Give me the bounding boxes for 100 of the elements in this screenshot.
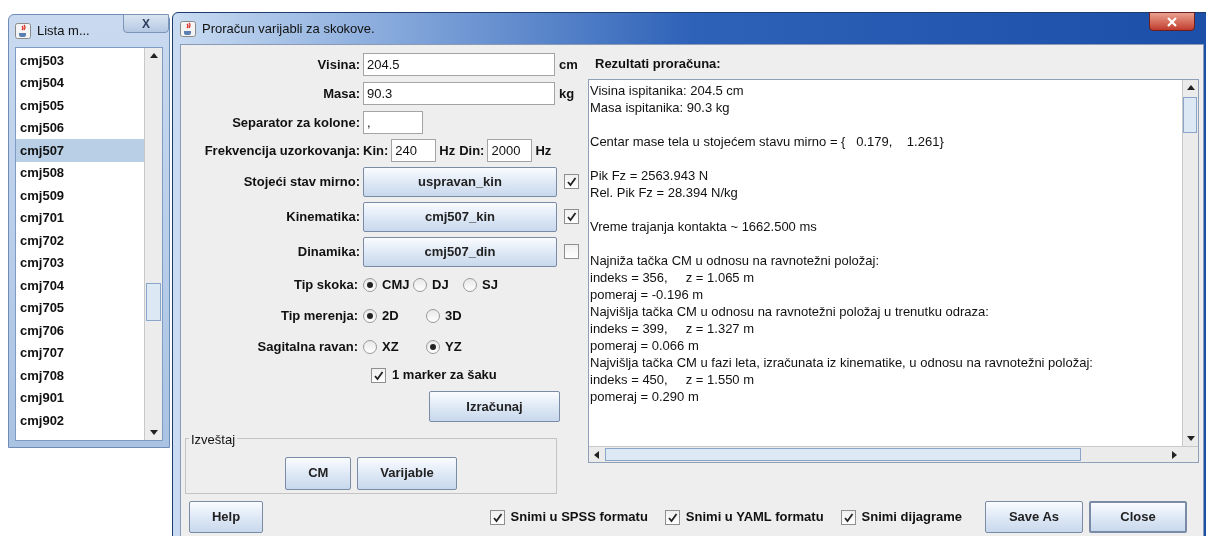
- result-line: indeks = 356, z = 1.065 m: [590, 269, 755, 286]
- result-line: Najniža tačka CM u odnosu na ravnotežni položaj:: [590, 252, 880, 269]
- radio-button[interactable]: [363, 339, 377, 354]
- field-label: Sagitalna ravan:: [256, 337, 359, 356]
- checkbox-label: Snimi dijagrame: [861, 508, 962, 527]
- field-label: Kin:: [363, 141, 389, 160]
- horizontal-scrollbar[interactable]: [589, 446, 1198, 462]
- result-line: Najvišlja tačka CM u odnosu na ravnotežni položaj u trenutku odraza:: [590, 303, 989, 320]
- result-line: pomeraj = 0.290 m: [590, 388, 699, 405]
- input-field[interactable]: 204.5: [363, 53, 555, 76]
- list-item[interactable]: cmj507: [16, 139, 144, 162]
- checkbox-label: 1 marker za šaku: [392, 366, 497, 385]
- scrollbar-thumb[interactable]: [1183, 97, 1197, 133]
- radio-button[interactable]: [413, 277, 427, 292]
- x-button[interactable]: X: [123, 14, 169, 33]
- results-title: Rezultati proračuna:: [594, 55, 722, 73]
- unit-label: cm: [558, 55, 578, 74]
- report-button[interactable]: CM: [285, 456, 352, 490]
- file-button[interactable]: uspravan_kin: [363, 166, 557, 197]
- window-title: Proračun varijabli za skokove.: [202, 19, 375, 38]
- result-line: pomeraj = -0.196 m: [590, 286, 704, 303]
- list-item[interactable]: cmj704: [16, 274, 144, 297]
- list-item[interactable]: cmj702: [16, 229, 144, 252]
- result-line: Centar mase tela u stojećem stavu mirno = { 0.179, 1.261}: [590, 133, 944, 150]
- result-line: Pik Fz = 2563.943 N: [590, 167, 709, 184]
- radio-label: CMJ: [382, 275, 410, 294]
- radio-button[interactable]: [426, 308, 440, 323]
- checkbox[interactable]: [564, 174, 579, 189]
- list-item[interactable]: cmj503: [16, 49, 144, 72]
- checkbox[interactable]: [564, 209, 579, 224]
- result-line: indeks = 450, z = 1.550 m: [590, 371, 755, 388]
- field-label: Separator za kolone:: [231, 113, 361, 132]
- field-label: Kinematika:: [285, 207, 361, 226]
- list-item[interactable]: cmj506: [16, 116, 144, 139]
- list-item[interactable]: cmj707: [16, 341, 144, 364]
- list-item[interactable]: cmj504: [16, 71, 144, 94]
- list-item[interactable]: cmj706: [16, 319, 144, 342]
- radio-label: YZ: [445, 337, 462, 356]
- result-line: Rel. Pik Fz = 28.394 N/kg: [590, 184, 738, 201]
- input-field[interactable]: ,: [363, 111, 423, 134]
- field-label: Masa:: [322, 84, 361, 103]
- checkbox[interactable]: [840, 509, 856, 525]
- result-line: pomeraj = 0.066 m: [590, 337, 699, 354]
- field-label: Frekvencija uzorkovanja:: [203, 141, 361, 160]
- list-item[interactable]: cmj703: [16, 251, 144, 274]
- radio-label: DJ: [432, 275, 449, 294]
- list-item[interactable]: cmj701: [16, 206, 144, 229]
- radio-button[interactable]: [426, 339, 440, 354]
- checkbox[interactable]: [489, 509, 505, 525]
- input-field[interactable]: 90.3: [363, 82, 555, 105]
- radio-label: 3D: [445, 306, 462, 325]
- list-item[interactable]: cmj708: [16, 364, 144, 387]
- window-title: Lista m...: [37, 22, 90, 41]
- list-item[interactable]: cmj509: [16, 184, 144, 207]
- result-line: indeks = 399, z = 1.327 m: [590, 320, 755, 337]
- field-label: Tip skoka:: [292, 275, 359, 294]
- checkbox[interactable]: [371, 367, 386, 383]
- close-button[interactable]: [1149, 12, 1195, 31]
- report-button[interactable]: Varijable: [357, 456, 457, 490]
- field-label: Tip merenja:: [279, 306, 359, 325]
- unit-label: Hz: [439, 141, 456, 160]
- field-label: Stojeći stav mirno:: [242, 172, 361, 191]
- field-label: Din:: [459, 141, 485, 160]
- checkbox[interactable]: [664, 509, 680, 525]
- list-item[interactable]: cmj901: [16, 386, 144, 409]
- result-line: Masa ispitanika: 90.3 kg: [590, 99, 730, 116]
- scrollbar-thumb[interactable]: [146, 283, 161, 321]
- radio-button[interactable]: [463, 277, 477, 292]
- dialog-button[interactable]: Close: [1089, 501, 1187, 533]
- radio-label: SJ: [482, 275, 498, 294]
- result-line: Najvišlja tačka CM u fazi leta, izračunata iz kinematike, u odnosu na ravnotežni položaj:: [590, 354, 1093, 371]
- close-icon: [1166, 16, 1178, 27]
- radio-button[interactable]: [363, 277, 377, 292]
- radio-label: 2D: [382, 306, 399, 325]
- unit-label: Hz: [535, 141, 552, 160]
- help-button[interactable]: Help: [189, 501, 263, 533]
- list-item[interactable]: cmj508: [16, 161, 144, 184]
- vertical-scrollbar[interactable]: [1182, 80, 1198, 446]
- dialog-button[interactable]: Save As: [985, 501, 1083, 533]
- radio-button[interactable]: [363, 308, 377, 323]
- file-button[interactable]: cmj507_kin: [363, 201, 557, 232]
- result-line: Vreme trajanja kontakta ~ 1662.500 ms: [590, 218, 817, 235]
- input-field[interactable]: 240: [391, 139, 437, 162]
- vertical-scrollbar[interactable]: [144, 48, 162, 440]
- unit-label: kg: [558, 84, 575, 103]
- checkbox[interactable]: [564, 244, 579, 259]
- field-label: Dinamika:: [296, 242, 361, 261]
- scrollbar-thumb[interactable]: [605, 448, 1081, 461]
- java-cup-icon: [180, 20, 196, 37]
- compute-button[interactable]: Izračunaj: [429, 391, 560, 422]
- result-line: Visina ispitanika: 204.5 cm: [590, 82, 744, 99]
- java-cup-icon: [15, 23, 31, 39]
- input-field[interactable]: 2000: [487, 139, 533, 162]
- list-item[interactable]: cmj705: [16, 296, 144, 319]
- list-item[interactable]: cmj505: [16, 94, 144, 117]
- field-label: Visina:: [316, 55, 361, 74]
- list-item[interactable]: cmj902: [16, 409, 144, 432]
- checkbox-label: Snimi u YAML formatu: [685, 508, 824, 527]
- file-button[interactable]: cmj507_din: [363, 236, 557, 267]
- radio-label: XZ: [382, 337, 399, 356]
